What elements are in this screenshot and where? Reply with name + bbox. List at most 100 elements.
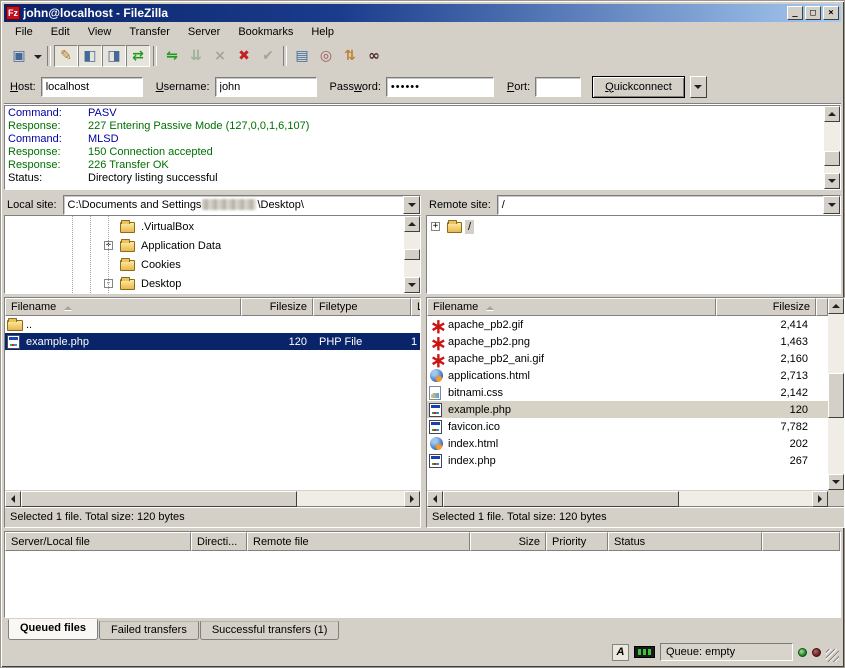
combo-dropdown-icon[interactable] <box>403 196 420 214</box>
menu-item[interactable]: Edit <box>42 23 79 41</box>
remote-file-list[interactable]: Filename Filesize apache_pb2.gif 2,414 a… <box>426 297 845 528</box>
minimize-button[interactable]: _ <box>787 6 803 20</box>
expander-icon[interactable]: + <box>431 222 440 231</box>
quickconnect-button[interactable]: Quickconnect <box>592 76 685 98</box>
file-row[interactable]: apache_pb2_ani.gif 2,160 <box>427 350 828 367</box>
resize-grip[interactable] <box>826 649 839 662</box>
combo-dropdown-icon[interactable] <box>823 196 840 214</box>
file-row[interactable]: apache_pb2.png 1,463 <box>427 333 828 350</box>
file-row[interactable]: bitnami.css 2,142 <box>427 384 828 401</box>
queue-tab[interactable]: Successful transfers (1) <box>200 621 340 640</box>
compare-button[interactable]: ◎ <box>314 45 338 67</box>
local-file-list[interactable]: Filename Filesize Filetype L .. example.… <box>4 297 421 528</box>
toolbar-button[interactable] <box>283 46 287 66</box>
scroll-down-icon[interactable] <box>404 277 420 293</box>
disconnect-button[interactable]: ✖ <box>232 45 256 67</box>
cancel-button[interactable]: × <box>208 45 232 67</box>
filter-button[interactable]: ▤ <box>290 45 314 67</box>
file-row[interactable]: apache_pb2.gif 2,414 <box>427 316 828 333</box>
file-row[interactable]: example.php 120 PHP File 1 <box>5 333 420 350</box>
scroll-down-icon[interactable] <box>828 474 844 490</box>
local-tree-scrollbar[interactable] <box>404 216 420 293</box>
tree-item[interactable]: + Application Data <box>5 236 404 255</box>
menu-item[interactable]: Bookmarks <box>229 23 302 41</box>
queue-tab[interactable]: Queued files <box>8 619 98 640</box>
scrollbar-thumb[interactable] <box>828 373 844 418</box>
scroll-left-icon[interactable] <box>427 491 443 507</box>
process-queue-button[interactable]: ⇊ <box>184 45 208 67</box>
toolbar-button[interactable] <box>47 46 51 66</box>
scroll-down-icon[interactable] <box>824 173 840 189</box>
column-header-filename[interactable]: Filename <box>5 298 241 316</box>
column-header-filename[interactable]: Filename <box>427 298 716 316</box>
column-header-filetype[interactable]: Filetype <box>313 298 411 316</box>
site-manager-dropdown[interactable] <box>31 45 44 67</box>
column-header-modified[interactable]: L <box>411 298 421 316</box>
scroll-right-icon[interactable] <box>812 491 828 507</box>
menu-item[interactable]: Transfer <box>120 23 179 41</box>
menu-item[interactable]: View <box>79 23 121 41</box>
password-input[interactable] <box>386 77 494 97</box>
column-header-direction[interactable]: Directi... <box>191 532 247 551</box>
data-type-indicator-icon[interactable]: A <box>612 644 629 661</box>
remote-list-hscrollbar[interactable] <box>427 490 828 507</box>
scroll-left-icon[interactable] <box>5 491 21 507</box>
column-header-filesize[interactable]: Filesize <box>716 298 816 316</box>
port-input[interactable] <box>535 77 581 97</box>
local-directory-tree[interactable]: .VirtualBox + Application Data Cookies -… <box>4 215 421 294</box>
scrollbar-thumb[interactable] <box>21 491 297 507</box>
remote-directory-tree[interactable]: + / <box>426 215 841 294</box>
scroll-up-icon[interactable] <box>824 106 840 122</box>
local-site-combo[interactable]: C:\Documents and Settings\Desktop\ <box>63 195 421 215</box>
toggle-local-tree-button[interactable]: ◧ <box>78 45 102 67</box>
scroll-right-icon[interactable] <box>404 491 420 507</box>
menu-item[interactable]: File <box>6 23 42 41</box>
column-header-size[interactable]: Size <box>470 532 546 551</box>
file-row[interactable]: example.php 120 <box>427 401 828 418</box>
refresh-button[interactable]: ⇋ <box>160 45 184 67</box>
column-header-filesize[interactable]: Filesize <box>241 298 313 316</box>
file-row[interactable]: favicon.ico 7,782 <box>427 418 828 435</box>
scrollbar-thumb[interactable] <box>443 491 679 507</box>
toggle-remote-tree-button[interactable]: ◨ <box>102 45 126 67</box>
file-row[interactable]: .. <box>5 316 420 333</box>
column-header-server-local-file[interactable]: Server/Local file <box>5 532 191 551</box>
speed-limit-icon[interactable] <box>634 646 655 658</box>
queue-list[interactable] <box>5 551 840 617</box>
tree-item[interactable]: .VirtualBox <box>5 217 404 236</box>
host-input[interactable] <box>41 77 143 97</box>
tree-item[interactable]: Cookies <box>5 255 404 274</box>
queue-tab[interactable]: Failed transfers <box>99 621 199 640</box>
toggle-message-log-button[interactable]: ✎ <box>54 45 78 67</box>
reconnect-button[interactable]: ✔ <box>256 45 280 67</box>
close-button[interactable]: × <box>823 6 839 20</box>
toolbar-button[interactable] <box>153 46 157 66</box>
file-row[interactable]: index.php 267 <box>427 452 828 469</box>
remote-site-combo[interactable]: / <box>497 195 841 215</box>
quickconnect-dropdown-button[interactable] <box>690 76 707 98</box>
site-manager-button[interactable]: ▣ <box>7 45 31 67</box>
column-header-priority[interactable]: Priority <box>546 532 608 551</box>
log-scrollbar[interactable] <box>824 106 840 189</box>
menu-item[interactable]: Help <box>302 23 343 41</box>
tree-item[interactable]: + / <box>427 217 840 236</box>
title-bar[interactable]: Fz john@localhost - FileZilla _ □ × <box>4 4 841 22</box>
scroll-up-icon[interactable] <box>828 298 844 314</box>
search-button[interactable]: ∞ <box>362 45 386 67</box>
file-row[interactable]: index.html 202 <box>427 435 828 452</box>
local-list-hscrollbar[interactable] <box>5 490 420 507</box>
scrollbar-thumb[interactable] <box>824 151 840 166</box>
username-input[interactable] <box>215 77 317 97</box>
scroll-up-icon[interactable] <box>404 216 420 232</box>
maximize-button[interactable]: □ <box>805 6 821 20</box>
scrollbar-thumb[interactable] <box>404 249 420 260</box>
column-header-remote-file[interactable]: Remote file <box>247 532 470 551</box>
menu-item[interactable]: Server <box>179 23 229 41</box>
remote-list-vscrollbar[interactable] <box>828 298 844 490</box>
filesize-cell: 2,142 <box>716 387 816 399</box>
tree-item[interactable]: - Desktop <box>5 274 404 293</box>
file-row[interactable]: applications.html 2,713 <box>427 367 828 384</box>
sync-browsing-button[interactable]: ⇅ <box>338 45 362 67</box>
column-header-status[interactable]: Status <box>608 532 762 551</box>
toggle-queue-button[interactable]: ⇄ <box>126 45 150 67</box>
